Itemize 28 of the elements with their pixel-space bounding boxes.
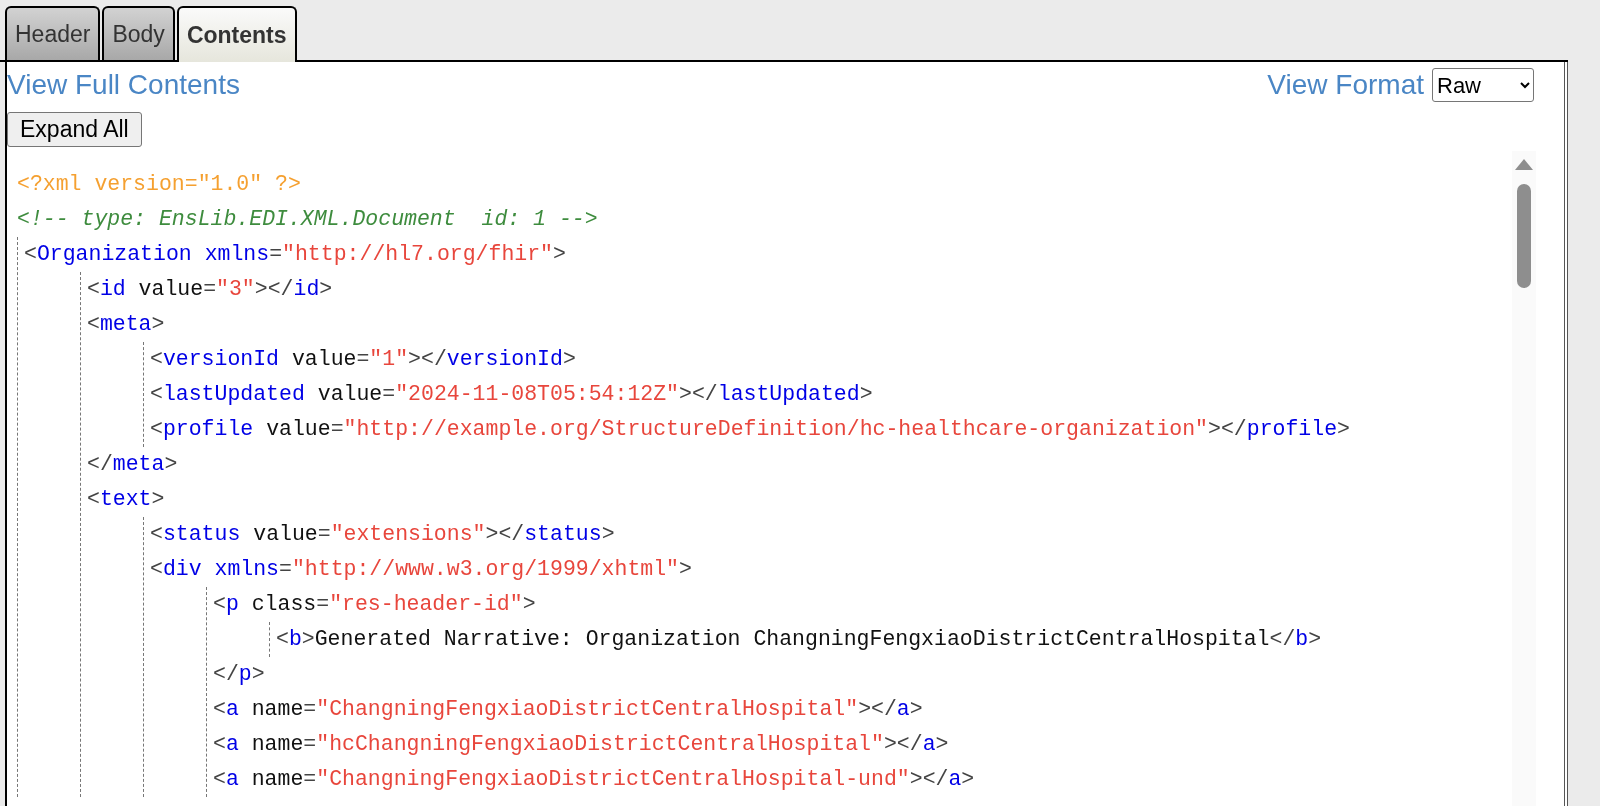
code-line: <b>Generated Narrative: Organization ChangningFengxiaoDistrictCentralHospital</b> xyxy=(276,626,1323,653)
scrollbar-thumb[interactable] xyxy=(1517,184,1531,288)
expand-all-button[interactable]: Expand All xyxy=(7,112,142,147)
code-line: <status value="extensions"></status> xyxy=(150,521,616,548)
view-format-select[interactable]: Raw xyxy=(1432,68,1534,102)
code-line: <versionId value="1"></versionId> xyxy=(150,346,577,373)
code-line: <a name="ChangningFengxiaoDistrictCentralHospital"></a> xyxy=(213,696,924,723)
code-line: <meta> xyxy=(87,311,166,338)
code-line: <div xmlns="http://www.w3.org/1999/xhtml"> xyxy=(150,556,693,583)
code-line: <text> xyxy=(87,486,166,513)
code-line: <lastUpdated value="2024-11-08T05:54:12Z"></lastUpdated> xyxy=(150,381,874,408)
tab[interactable]: Contents xyxy=(176,6,297,62)
code-line: <?xml version="1.0" ?> xyxy=(17,171,302,198)
code-line: <!-- type: EnsLib.EDI.XML.Document id: 1 --> xyxy=(17,206,599,233)
view-format-link[interactable]: View Format xyxy=(1267,69,1424,101)
scroll-up-icon[interactable] xyxy=(1515,159,1533,170)
code-line: <Organization xmlns="http://hl7.org/fhir"> xyxy=(24,241,567,268)
code-line: </meta> xyxy=(87,451,179,478)
code-line: <profile value="http://example.org/StructureDefinition/hc-healthcare-organization"></profile> xyxy=(150,416,1351,443)
tab[interactable]: Header xyxy=(5,6,101,60)
code-line: <p class="res-header-id"> xyxy=(213,591,537,618)
scrollbar[interactable] xyxy=(1512,151,1536,806)
code-line: <id value="3"></id> xyxy=(87,276,334,303)
code-line: </p> xyxy=(213,661,266,688)
tab[interactable]: Body xyxy=(102,6,175,60)
code-line: <a name="hcChangningFengxiaoDistrictCentralHospital"></a> xyxy=(213,731,950,758)
code-line: <a name="ChangningFengxiaoDistrictCentralHospital-und"></a> xyxy=(213,766,976,793)
view-full-contents-link[interactable]: View Full Contents xyxy=(7,69,240,101)
